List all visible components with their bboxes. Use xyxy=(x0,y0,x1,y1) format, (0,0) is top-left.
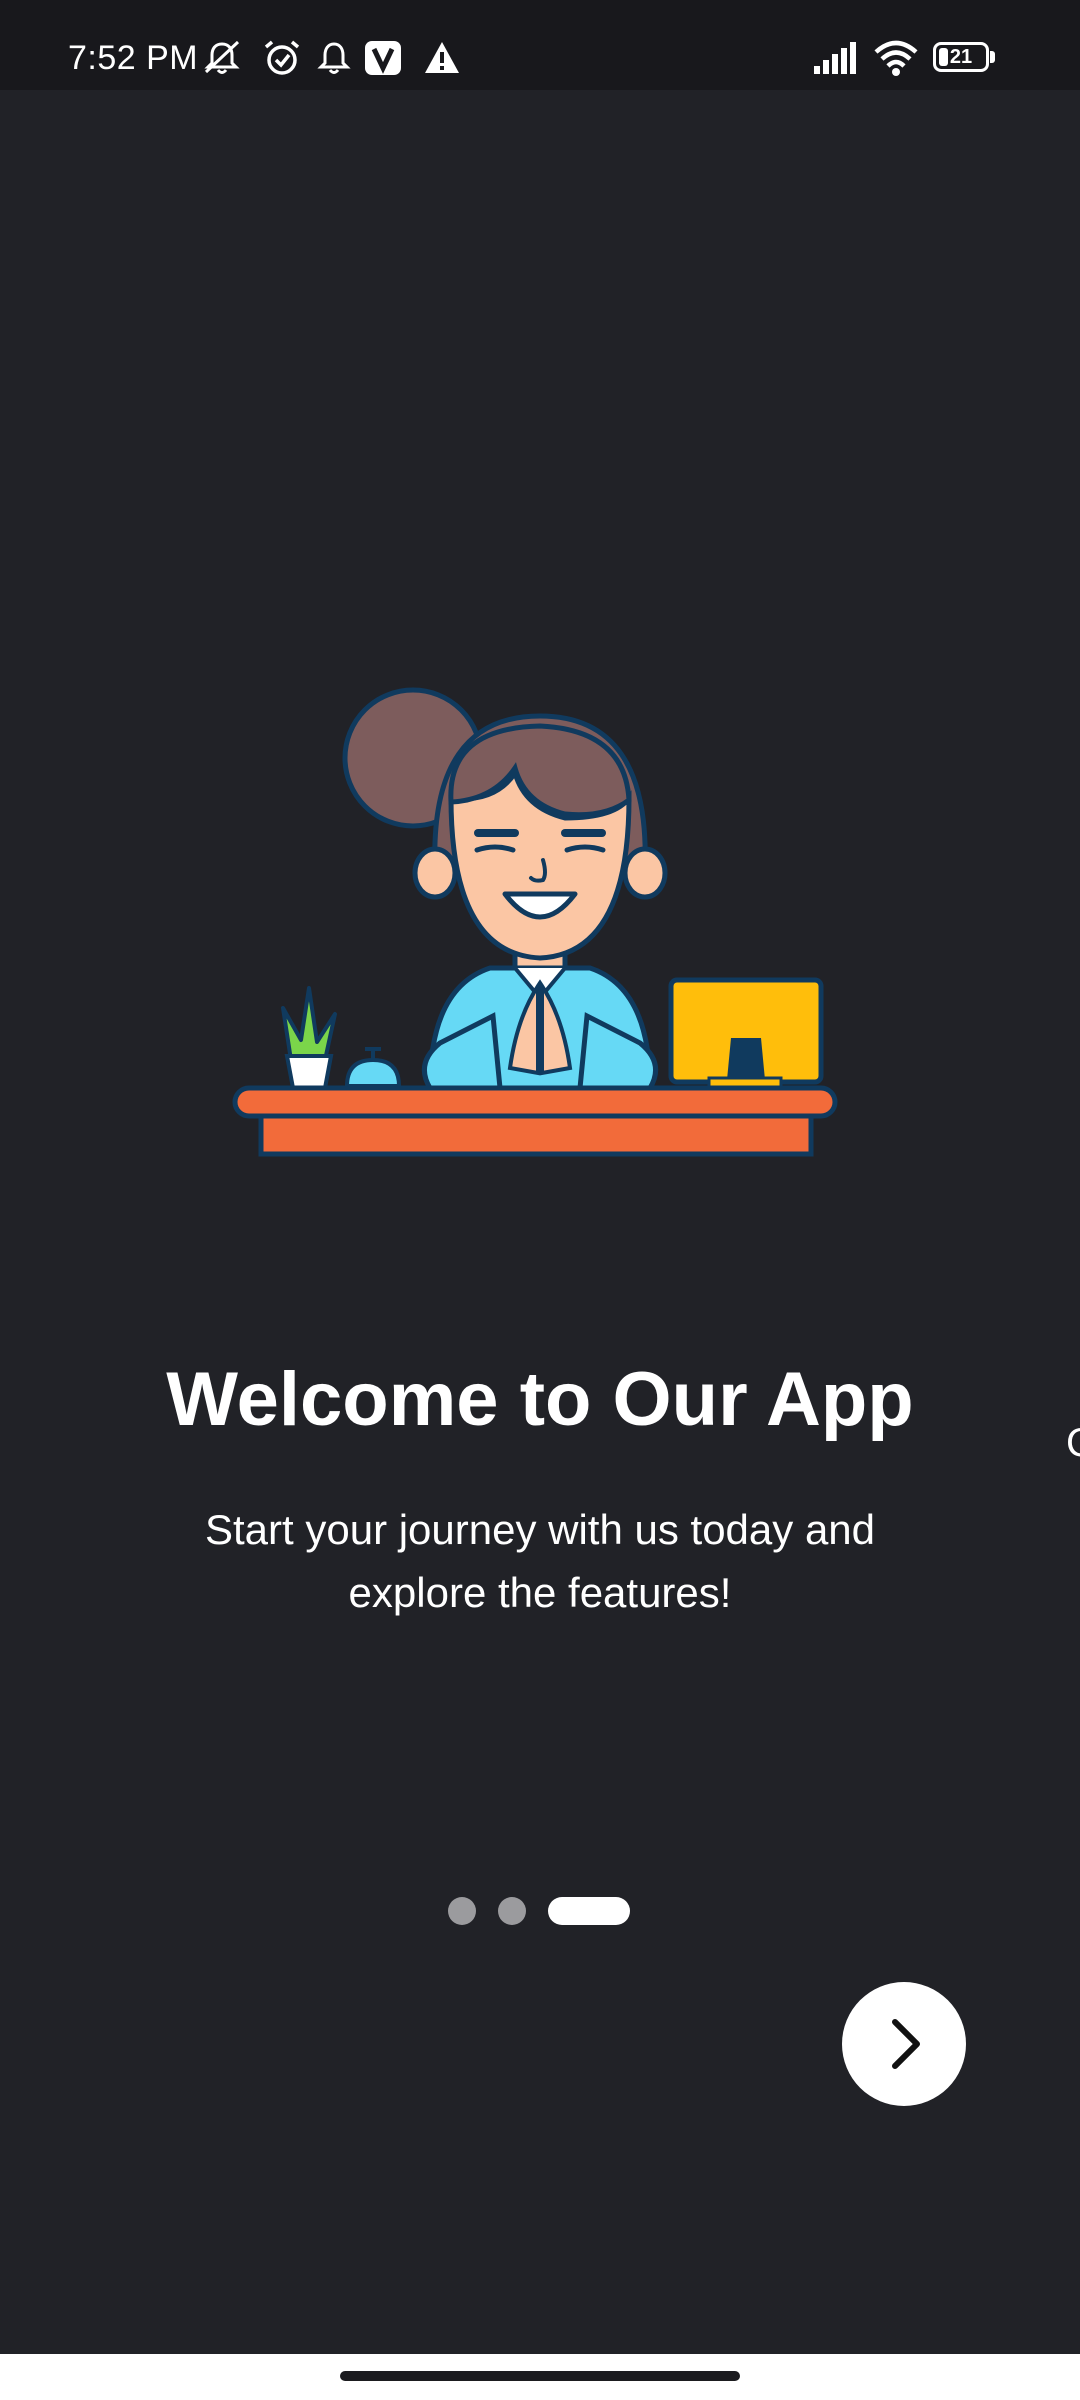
status-bar: 7:52 PM 21 xyxy=(0,0,1080,90)
page-title: Welcome to Our App xyxy=(166,1357,914,1442)
page-dot-3-active[interactable] xyxy=(548,1897,630,1925)
notifications-off-icon xyxy=(202,38,242,78)
chevron-right-icon xyxy=(892,2019,920,2069)
wifi-icon xyxy=(872,38,920,78)
battery-level-fill xyxy=(939,48,948,66)
status-time: 7:52 PM xyxy=(68,39,199,77)
illustration-svg xyxy=(232,687,838,1157)
battery-tip xyxy=(990,51,995,63)
next-button[interactable] xyxy=(842,1982,966,2106)
onboarding-screen: 7:52 PM 21 Welcome to Our App Start your… xyxy=(0,0,1080,2400)
vpn-v-icon xyxy=(363,38,403,78)
page-dot-1[interactable] xyxy=(448,1897,476,1925)
alarm-icon xyxy=(262,38,302,78)
signal-icon xyxy=(812,38,860,78)
navigation-bar xyxy=(0,2354,1080,2400)
warning-icon xyxy=(422,38,462,78)
page-subtitle: Start your journey with us today and exp… xyxy=(204,1506,876,1616)
receptionist-greeting-illustration xyxy=(225,668,855,1208)
battery-body: 21 xyxy=(933,42,989,72)
bell-icon xyxy=(314,38,354,78)
home-gesture-handle[interactable] xyxy=(340,2371,740,2381)
battery-indicator: 21 xyxy=(933,42,995,74)
battery-percentage: 21 xyxy=(949,46,973,68)
next-page-peek-text: C xyxy=(1066,1420,1080,1466)
page-dot-2[interactable] xyxy=(498,1897,526,1925)
